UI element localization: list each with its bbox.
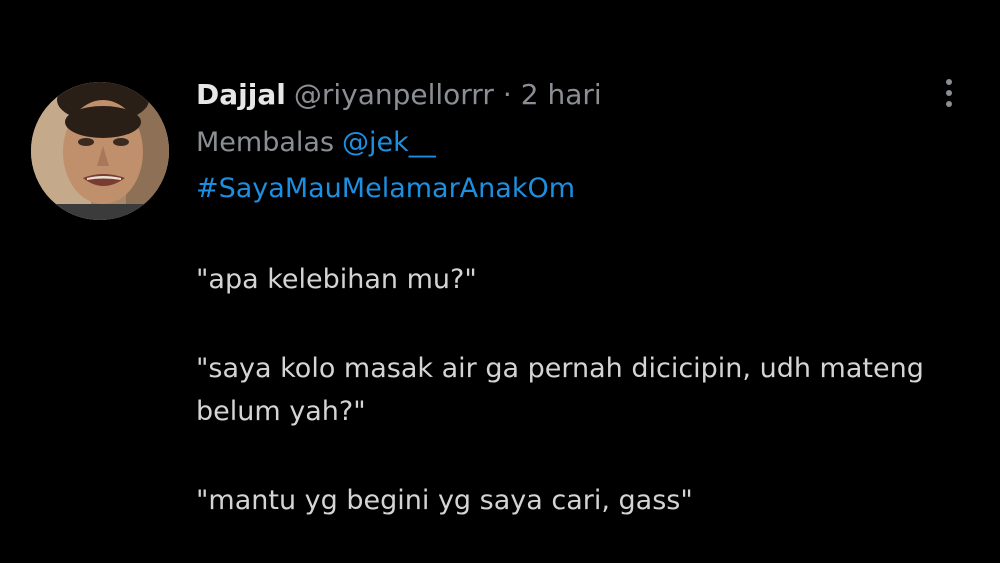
more-dot (946, 101, 952, 107)
separator: · (502, 77, 512, 111)
tweet-text-line: "saya kolo masak air ga pernah dicicipin… (196, 353, 924, 384)
user-handle[interactable]: @riyanpellorrr (294, 78, 494, 111)
reply-context: Membalas @jek__ (196, 122, 436, 162)
display-name[interactable]: Dajjal (196, 78, 286, 111)
tweet-text-line: "mantu yg begini yg saya cari, gass" (196, 485, 693, 516)
avatar[interactable] (31, 82, 169, 220)
tweet-text-line: "apa kelebihan mu?" (196, 264, 477, 295)
tweet[interactable]: Dajjal @riyanpellorrr · 2 hari Membalas … (0, 0, 1000, 563)
reply-label: Membalas (196, 126, 335, 158)
tweet-header: Dajjal @riyanpellorrr · 2 hari (196, 74, 602, 114)
timestamp[interactable]: 2 hari (521, 78, 602, 111)
more-dot (946, 79, 952, 85)
reply-mention-link[interactable]: @jek__ (342, 127, 436, 158)
avatar-image (31, 82, 169, 220)
tweet-text-line: belum yah?" (196, 396, 366, 427)
hashtag-link[interactable]: #SayaMauMelamarAnakOm (196, 173, 575, 204)
more-vertical-icon[interactable] (932, 74, 966, 112)
more-dot (946, 90, 952, 96)
